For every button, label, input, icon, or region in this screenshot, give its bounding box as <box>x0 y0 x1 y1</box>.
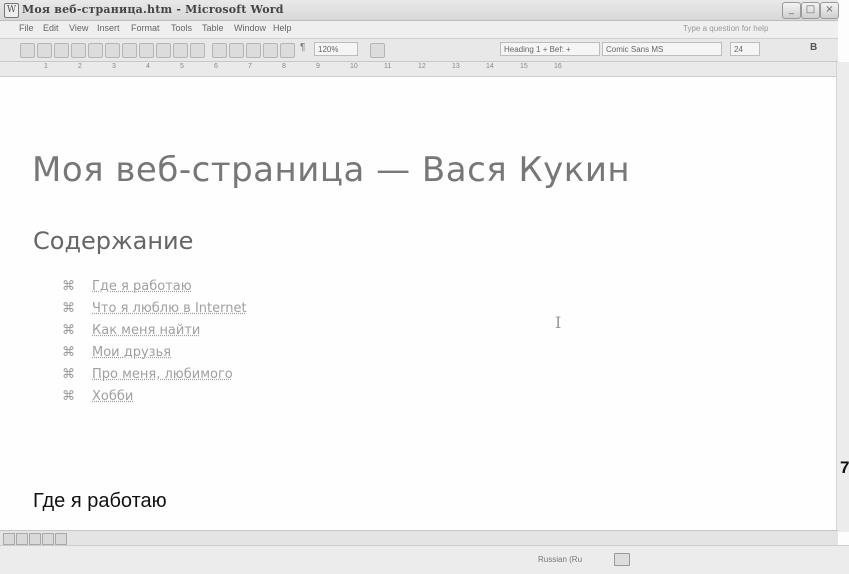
ruler-number: 14 <box>486 63 494 70</box>
minimize-button[interactable]: _ <box>782 2 801 19</box>
toc-link-friends[interactable]: Мои друзья <box>92 345 171 360</box>
ruler-number: 3 <box>112 63 116 70</box>
font-size-select[interactable]: 24 <box>730 42 760 56</box>
bullet-icon: ⌘ <box>62 345 75 360</box>
cut-icon[interactable] <box>156 43 171 58</box>
toc-link-work[interactable]: Где я работаю <box>92 279 192 294</box>
open-icon[interactable] <box>37 43 52 58</box>
text-cursor-icon: I <box>555 313 562 332</box>
toc-link-contact[interactable]: Как меня найти <box>92 323 200 338</box>
hyperlink-icon[interactable] <box>246 43 261 58</box>
menu-table[interactable]: Table <box>202 23 224 33</box>
menu-window[interactable]: Window <box>234 23 266 33</box>
toc-link-internet[interactable]: Что я люблю в Internet <box>92 301 247 316</box>
ruler-number: 2 <box>78 63 82 70</box>
menu-tools[interactable]: Tools <box>171 23 192 33</box>
page-heading: Моя веб-страница — Вася Кукин <box>32 150 631 190</box>
maximize-button[interactable]: □ <box>801 2 820 19</box>
show-formatting-icon[interactable]: ¶ <box>300 42 305 53</box>
page-number: 7 <box>840 458 849 477</box>
paste-icon[interactable] <box>190 43 205 58</box>
table-icon[interactable] <box>263 43 278 58</box>
menu-edit[interactable]: Edit <box>43 23 59 33</box>
copy-icon[interactable] <box>173 43 188 58</box>
close-button[interactable]: × <box>820 2 839 19</box>
menu-insert[interactable]: Insert <box>97 23 120 33</box>
ruler-number: 13 <box>452 63 460 70</box>
ruler-number: 15 <box>520 63 528 70</box>
permission-icon[interactable] <box>71 43 86 58</box>
bullet-icon: ⌘ <box>62 323 75 338</box>
window-title: Моя веб-страница.htm - Microsoft Word <box>22 3 284 16</box>
save-icon[interactable] <box>54 43 69 58</box>
ruler-number: 16 <box>554 63 562 70</box>
columns-icon[interactable] <box>280 43 295 58</box>
ruler-number: 10 <box>350 63 358 70</box>
status-bar: Russian (Ru <box>0 545 849 574</box>
ruler-number: 8 <box>282 63 286 70</box>
menu-view[interactable]: View <box>69 23 88 33</box>
spelling-icon[interactable] <box>139 43 154 58</box>
print-icon[interactable] <box>105 43 120 58</box>
new-icon[interactable] <box>20 43 35 58</box>
toc-link-hobby[interactable]: Хобби <box>92 389 133 404</box>
status-language: Russian (Ru <box>538 555 583 564</box>
zoom-select[interactable]: 120% <box>314 42 358 56</box>
toc-link-about[interactable]: Про меня, любимого <box>92 367 233 382</box>
outline-view-icon[interactable] <box>42 533 54 545</box>
email-icon[interactable] <box>88 43 103 58</box>
title-bar: W Моя веб-страница.htm - Microsoft Word … <box>0 0 839 21</box>
section-heading: Где я работаю <box>33 490 167 512</box>
reading-icon[interactable] <box>370 43 385 58</box>
contents-heading: Содержание <box>33 227 194 255</box>
ruler-number: 11 <box>384 63 392 70</box>
ruler: 1 2 3 4 5 6 7 8 9 10 11 12 13 14 15 16 <box>0 62 838 77</box>
style-select[interactable]: Heading 1 + Bef: + <box>500 42 600 56</box>
help-search-input[interactable]: Type a question for help <box>683 22 815 35</box>
redo-icon[interactable] <box>229 43 244 58</box>
reading-layout-icon[interactable] <box>55 533 67 545</box>
ruler-number: 12 <box>418 63 426 70</box>
menu-file[interactable]: File <box>19 23 34 33</box>
ruler-number: 6 <box>214 63 218 70</box>
ruler-number: 1 <box>44 63 48 70</box>
toolbar: ¶ 120% Heading 1 + Bef: + Comic Sans MS … <box>0 39 838 62</box>
web-layout-icon[interactable] <box>16 533 28 545</box>
bullet-icon: ⌘ <box>62 301 75 316</box>
menu-format[interactable]: Format <box>131 23 160 33</box>
horizontal-scrollbar[interactable] <box>0 530 838 545</box>
menu-help[interactable]: Help <box>273 23 292 33</box>
menu-bar: File Edit View Insert Format Tools Table… <box>0 21 838 39</box>
normal-view-icon[interactable] <box>3 533 15 545</box>
spelling-status-icon[interactable] <box>614 553 630 566</box>
ruler-number: 5 <box>180 63 184 70</box>
undo-icon[interactable] <box>212 43 227 58</box>
ruler-number: 7 <box>248 63 252 70</box>
bullet-icon: ⌘ <box>62 367 75 382</box>
print-layout-icon[interactable] <box>29 533 41 545</box>
bold-button[interactable]: B <box>810 42 817 53</box>
word-doc-icon[interactable]: W <box>4 3 19 18</box>
preview-icon[interactable] <box>122 43 137 58</box>
bullet-icon: ⌘ <box>62 389 75 404</box>
bullet-icon: ⌘ <box>62 279 75 294</box>
ruler-number: 9 <box>316 63 320 70</box>
ruler-number: 4 <box>146 63 150 70</box>
font-select[interactable]: Comic Sans MS <box>602 42 722 56</box>
